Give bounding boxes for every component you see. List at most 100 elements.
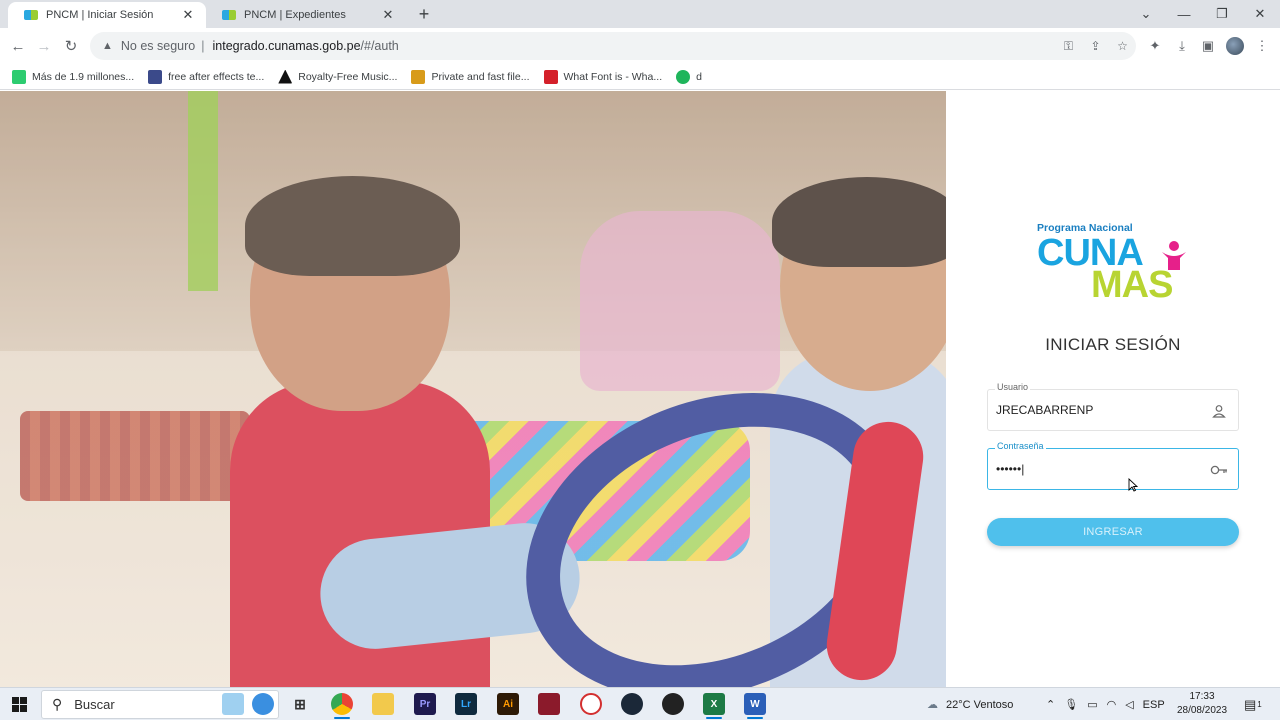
logo-mas: MAS [1091, 264, 1173, 306]
search-highlight-icon[interactable] [222, 693, 244, 715]
microphone-icon[interactable]: 🎙 [1064, 698, 1078, 711]
mouse-cursor-icon [1128, 478, 1138, 492]
battery-icon[interactable]: ▭ [1087, 698, 1097, 711]
bookmark-item[interactable]: What Font is - Wha... [543, 69, 663, 84]
downloads-icon[interactable]: ⤓ [1170, 36, 1194, 56]
site-favicon-icon [222, 10, 236, 20]
page-title: INICIAR SESIÓN [1045, 335, 1181, 354]
share-icon[interactable]: ⇪ [1082, 39, 1109, 53]
tab-iniciar-sesion[interactable]: PNCM | Iniciar Sesión ✕ [8, 2, 206, 28]
illustrator-icon[interactable]: Ai [497, 693, 519, 715]
close-window-button[interactable]: ✕ [1241, 0, 1279, 28]
premiere-pro-icon[interactable]: Pr [414, 693, 436, 715]
password-key-icon[interactable]: ⚿ [1055, 39, 1082, 54]
divider: | [201, 39, 205, 53]
obs-icon[interactable] [662, 693, 684, 715]
task-view-icon[interactable]: ⊞ [289, 693, 311, 715]
wind-icon: ☁ [927, 699, 938, 711]
side-panel-icon[interactable]: ▣ [1196, 36, 1220, 56]
reload-icon[interactable]: ↻ [61, 36, 81, 56]
date: 28/08/2023 [1176, 705, 1228, 716]
bookmark-item[interactable]: Private and fast file... [411, 69, 530, 84]
wifi-icon[interactable]: ◠ [1107, 698, 1117, 711]
login-submit-button[interactable]: INGRESAR [987, 518, 1239, 546]
key-icon[interactable] [1210, 461, 1228, 479]
menu-kebab-icon[interactable]: ⋮ [1250, 36, 1274, 56]
windows-start-icon[interactable] [12, 697, 27, 712]
password-field[interactable]: Contraseña ••••••| [987, 441, 1239, 490]
profile-avatar[interactable] [1226, 37, 1244, 55]
bookmark-label: Private and fast file... [431, 70, 530, 83]
language-indicator[interactable]: ESP [1143, 699, 1165, 711]
tab-title: PNCM | Iniciar Sesión [46, 9, 154, 21]
word-icon[interactable]: W [744, 693, 766, 719]
username-value[interactable]: JRECABARRENP [996, 403, 1093, 417]
file-explorer-icon[interactable] [372, 693, 394, 715]
tab-search-chevron-icon[interactable]: ⌄ [1127, 0, 1165, 28]
username-label: Usuario [995, 382, 1031, 392]
browser-toolbar: ← → ↻ ▲ No es seguro | integrado.cunamas… [0, 28, 1280, 64]
notification-center-icon[interactable]: ▤ 1 [1244, 688, 1262, 721]
weather-widget[interactable]: ☁ 22°C Ventoso [927, 688, 1013, 721]
notification-count: 1 [1257, 700, 1262, 709]
login-panel: Programa Nacional CUNA MAS INICIAR SESIÓ… [946, 91, 1280, 687]
bookmark-star-icon[interactable]: ☆ [1109, 39, 1136, 53]
chevron-up-icon[interactable]: ⌃ [1046, 698, 1055, 711]
bookmark-label: Royalty-Free Music... [298, 70, 398, 83]
font-icon [543, 69, 558, 84]
bookmark-label: free after effects te... [168, 70, 265, 83]
hero-photo-children-playing [0, 91, 946, 687]
tab-title: PNCM | Expedientes [244, 9, 346, 21]
tab-strip: PNCM | Iniciar Sesión ✕ PNCM | Expedient… [0, 0, 1280, 28]
close-tab-icon[interactable]: ✕ [180, 7, 196, 23]
tab-expedientes[interactable]: PNCM | Expedientes ✕ [206, 2, 406, 28]
excel-icon[interactable]: X [703, 693, 725, 719]
extensions-puzzle-icon[interactable]: ✦ [1143, 36, 1167, 56]
username-field[interactable]: Usuario JRECABARRENP [987, 382, 1239, 431]
minimize-button[interactable]: — [1165, 0, 1203, 28]
address-bar[interactable]: ▲ No es seguro | integrado.cunamas.gob.p… [90, 32, 1136, 60]
volume-icon[interactable]: ◁ [1125, 698, 1133, 711]
forward-icon[interactable]: → [34, 36, 54, 56]
security-label[interactable]: No es seguro [121, 39, 195, 53]
bookmark-item[interactable]: Más de 1.9 millones... [12, 69, 135, 84]
bookmark-label: What Font is - Wha... [563, 70, 663, 83]
search-icon: ⚲ [52, 696, 63, 712]
site-favicon-icon [24, 10, 38, 20]
user-icon [1210, 402, 1228, 420]
file-share-icon [411, 69, 426, 84]
restore-button[interactable]: ❐ [1203, 0, 1241, 28]
bookmark-label: Más de 1.9 millones... [32, 70, 135, 83]
steam-icon[interactable] [621, 693, 643, 715]
app-icon-red[interactable] [538, 693, 560, 715]
green-badge-icon [676, 69, 691, 84]
warning-triangle-icon[interactable]: ▲ [102, 40, 113, 52]
bookmark-label: d [696, 70, 702, 83]
lightroom-icon[interactable]: Lr [455, 693, 477, 715]
warning-triangle-icon [278, 69, 293, 84]
close-tab-icon[interactable]: ✕ [380, 7, 396, 23]
pixabay-icon [12, 69, 26, 84]
new-tab-button[interactable]: + [414, 4, 434, 24]
bookmark-item[interactable]: free after effects te... [148, 69, 265, 84]
system-tray: ⌃ 🎙 ▭ ◠ ◁ ESP [1046, 688, 1165, 721]
app-icon-refresh[interactable] [580, 693, 602, 715]
page-content: Programa Nacional CUNA MAS INICIAR SESIÓ… [0, 91, 1280, 687]
person-figure-icon [1162, 241, 1186, 270]
copilot-icon[interactable] [252, 693, 274, 715]
url-path: /#/auth [360, 39, 399, 53]
chrome-icon[interactable] [331, 693, 353, 719]
back-icon[interactable]: ← [8, 36, 28, 56]
password-value[interactable]: ••••••| [996, 462, 1024, 476]
cunamas-logo: Programa Nacional CUNA MAS [1037, 222, 1191, 306]
site-icon [148, 69, 163, 84]
windows-taskbar: ⚲ Buscar ⊞ Pr Lr Ai X W ☁ 22°C Ventoso ⌃… [0, 687, 1280, 720]
bookmark-item[interactable]: d [676, 69, 702, 84]
password-label: Contraseña [995, 441, 1046, 451]
clock[interactable]: 17:33 28/08/2023 [1172, 690, 1232, 718]
bookmark-item[interactable]: Royalty-Free Music... [278, 69, 398, 84]
search-placeholder: Buscar [74, 697, 115, 712]
url-host: integrado.cunamas.gob.pe [212, 39, 361, 53]
time: 17:33 [1189, 691, 1215, 702]
bookmarks-bar: Más de 1.9 millones... free after effect… [0, 64, 1280, 90]
